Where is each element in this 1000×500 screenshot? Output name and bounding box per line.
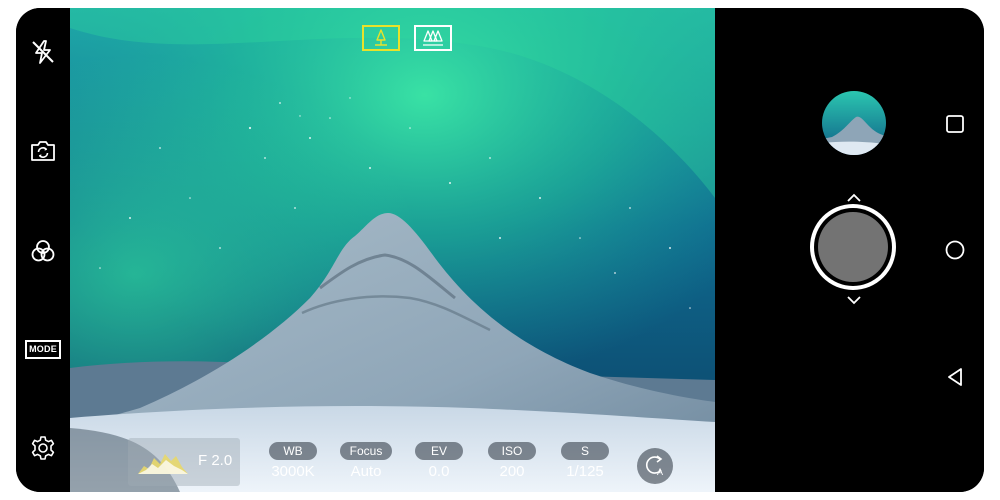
chevron-down-icon[interactable] bbox=[844, 294, 864, 306]
histogram-icon bbox=[138, 454, 188, 474]
settings-button[interactable] bbox=[27, 432, 59, 464]
recents-button[interactable] bbox=[943, 112, 967, 136]
manual-controls-bar: F 2.0 WB 3000K Focus Auto EV 0.0 ISO 200… bbox=[70, 428, 715, 492]
gallery-preview-icon bbox=[822, 91, 886, 155]
histogram-aperture-button[interactable]: F 2.0 bbox=[128, 438, 240, 486]
standard-lens-button[interactable] bbox=[362, 25, 400, 51]
param-value: 200 bbox=[499, 463, 525, 480]
left-toolbar: MODE bbox=[16, 8, 70, 492]
exposure-control[interactable]: EV 0.0 bbox=[404, 442, 474, 480]
param-value: 1/125 bbox=[566, 463, 604, 480]
auto-reset-icon: A bbox=[645, 455, 663, 477]
flash-off-icon bbox=[32, 40, 54, 64]
svg-text:A: A bbox=[657, 467, 663, 477]
white-balance-control[interactable]: WB 3000K bbox=[258, 442, 328, 480]
shutter-button[interactable] bbox=[810, 204, 896, 290]
param-label: ISO bbox=[488, 442, 536, 460]
right-control-panel bbox=[715, 8, 984, 492]
auto-reset-button[interactable]: A bbox=[637, 448, 673, 484]
recents-icon bbox=[946, 115, 964, 133]
aperture-value: F 2.0 bbox=[198, 452, 233, 469]
shutter-core bbox=[818, 212, 888, 282]
param-label: EV bbox=[415, 442, 463, 460]
back-button[interactable] bbox=[943, 365, 967, 389]
wide-lens-button[interactable] bbox=[414, 25, 452, 51]
switch-camera-button[interactable] bbox=[27, 135, 59, 167]
standard-lens-icon bbox=[375, 29, 387, 46]
flash-off-button[interactable] bbox=[27, 36, 59, 68]
filter-button[interactable] bbox=[27, 235, 59, 267]
aurora-mountain-preview bbox=[70, 8, 715, 492]
switch-camera-icon bbox=[31, 141, 55, 161]
home-button[interactable] bbox=[943, 238, 967, 262]
param-value: 3000K bbox=[271, 463, 315, 480]
param-label: Focus bbox=[339, 442, 393, 460]
shutter-speed-control[interactable]: S 1/125 bbox=[550, 442, 620, 480]
iso-control[interactable]: ISO 200 bbox=[477, 442, 547, 480]
settings-icon bbox=[31, 436, 55, 460]
param-label: WB bbox=[269, 442, 317, 460]
camera-app: MODE F 2.0 WB 3000K Focus Auto EV 0.0 IS… bbox=[16, 8, 984, 492]
mode-button[interactable]: MODE bbox=[25, 333, 61, 365]
focus-control[interactable]: Focus Auto bbox=[331, 442, 401, 480]
wide-lens-icon bbox=[423, 30, 443, 46]
viewfinder[interactable]: F 2.0 WB 3000K Focus Auto EV 0.0 ISO 200… bbox=[70, 8, 715, 492]
chevron-up-icon[interactable] bbox=[844, 192, 864, 204]
mode-icon: MODE bbox=[25, 339, 61, 359]
filter-icon bbox=[31, 240, 55, 262]
param-value: Auto bbox=[350, 463, 382, 480]
gallery-thumbnail[interactable] bbox=[822, 91, 886, 155]
home-icon bbox=[945, 240, 965, 260]
param-value: 0.0 bbox=[428, 463, 450, 480]
param-label: S bbox=[561, 442, 609, 460]
back-icon bbox=[948, 368, 962, 386]
